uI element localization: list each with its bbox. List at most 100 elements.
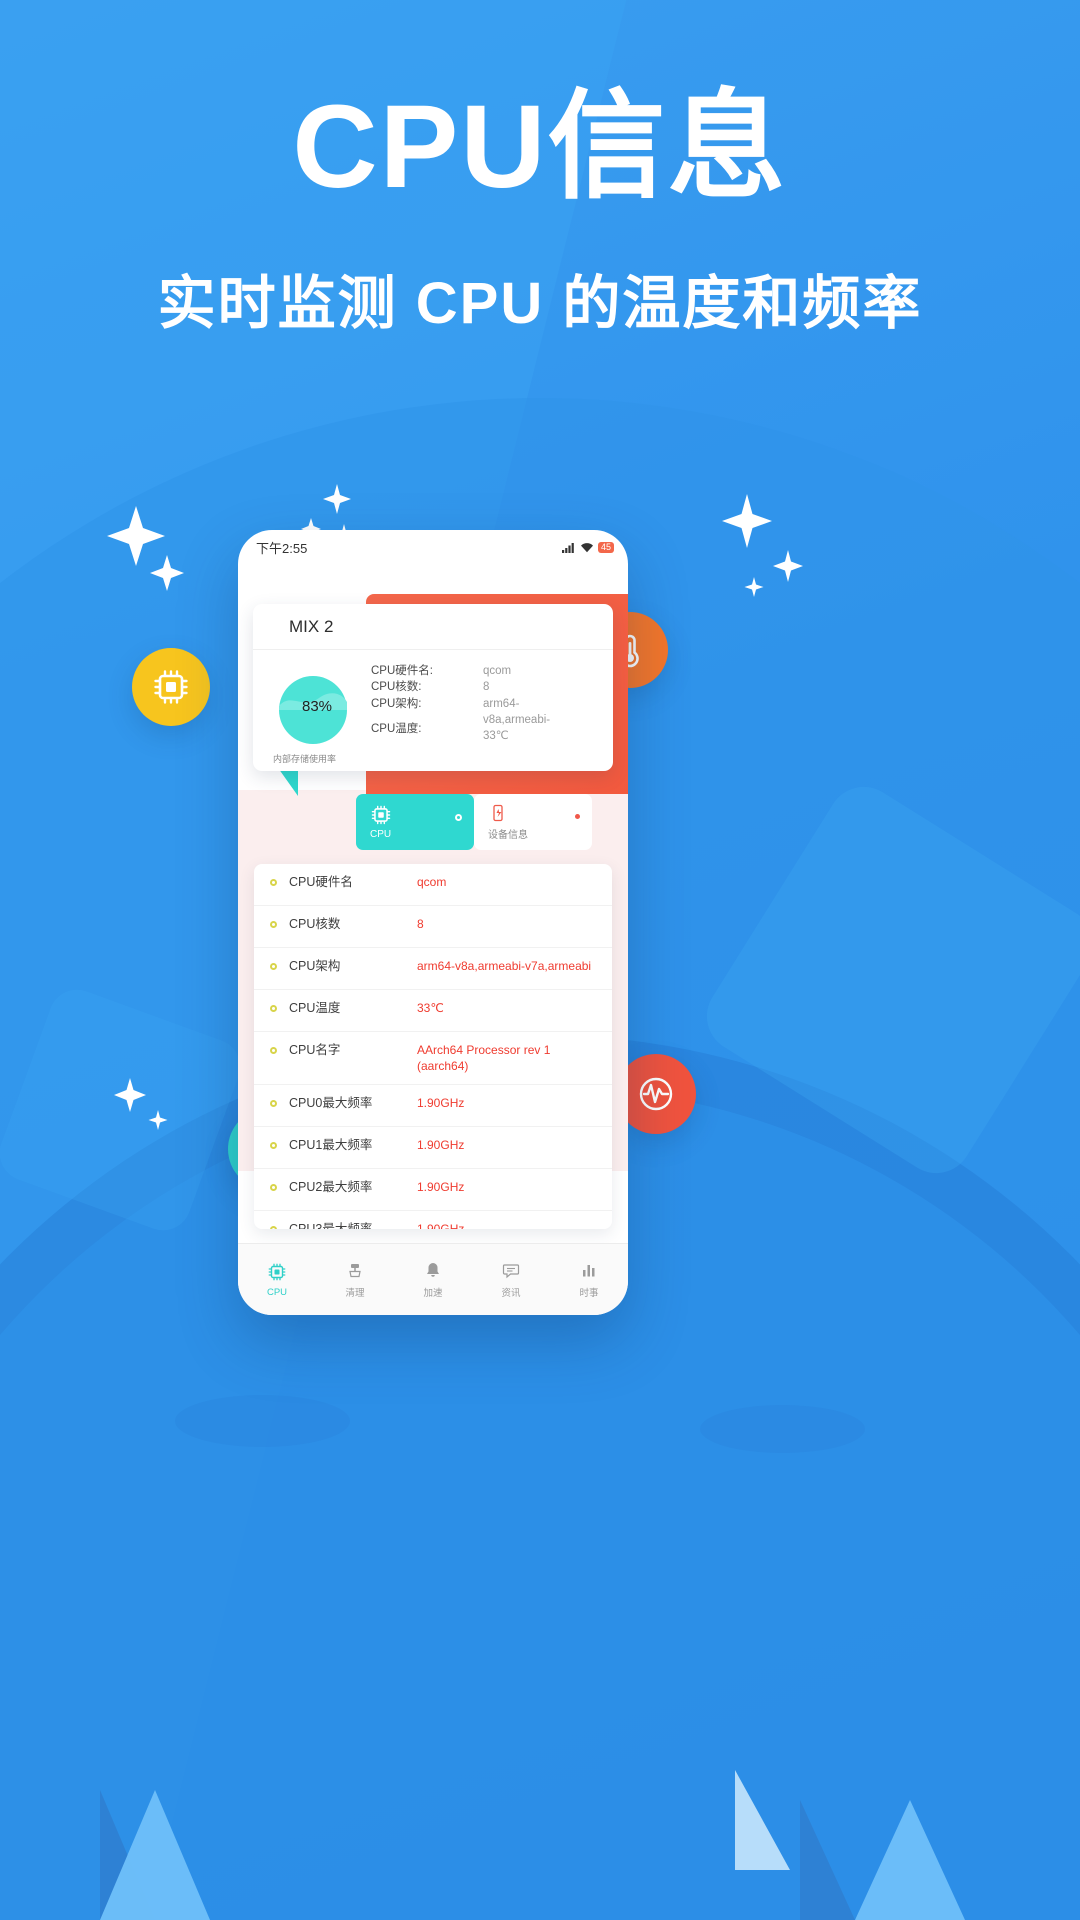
device-summary-card: MIX 2 83% 内部存储使用率 CPU硬件名: CPU核数: CPU架构: …	[253, 604, 613, 771]
table-row[interactable]: CPU1最大频率 1.90GHz	[254, 1127, 612, 1170]
nav-item-clean[interactable]: 清理	[316, 1244, 394, 1315]
pulse-icon	[639, 1077, 673, 1111]
spec-value: 33℃	[483, 730, 509, 743]
nav-item-trending[interactable]: 时事	[550, 1244, 628, 1315]
row-key: CPU温度	[289, 1001, 341, 1015]
row-value: qcom	[417, 875, 447, 889]
bullet-icon	[270, 963, 277, 970]
background-ellipse-right	[700, 1405, 865, 1453]
table-row[interactable]: CPU温度 33℃	[254, 990, 612, 1032]
bullet-icon	[270, 1142, 277, 1150]
background-ellipse-left	[175, 1395, 350, 1447]
sparkle-icon	[110, 1075, 150, 1115]
storage-label: 内部存储使用率	[273, 754, 337, 764]
message-icon	[502, 1264, 520, 1279]
nav-label: CPU	[266, 1286, 288, 1298]
tab-label: CPU	[370, 829, 392, 840]
row-value: 8	[417, 917, 424, 931]
nav-label: 资讯	[501, 1288, 521, 1299]
tab-bar: CPU 设备信息	[238, 794, 628, 850]
spec-values: qcom 8 arm64- v8a,armeabi- 33℃	[483, 663, 603, 765]
nav-item-boost[interactable]: 加速	[394, 1244, 472, 1315]
row-key: CPU3最大频率	[289, 1221, 417, 1229]
row-value: 1.90GHz	[417, 1138, 465, 1153]
nav-label: 加速	[423, 1288, 443, 1299]
table-row[interactable]: CPU0最大频率 1.90GHz	[254, 1085, 612, 1128]
bell-icon	[427, 1263, 439, 1277]
spec-spacer	[371, 712, 483, 721]
bullet-icon	[270, 1184, 277, 1192]
spec-label: CPU架构:	[371, 697, 422, 710]
poster-heading: CPU信息 实时监测 CPU 的温度和频率	[0, 85, 1080, 340]
device-name: MIX 2	[253, 604, 613, 650]
status-bar: 下午2:55 45	[238, 530, 628, 564]
sparkle-icon	[320, 482, 354, 516]
page-subtitle: 实时监测 CPU 的温度和频率	[157, 270, 923, 336]
wifi-icon	[580, 542, 593, 552]
row-value: 1.90GHz	[417, 1096, 465, 1111]
cpu-info-list[interactable]: CPU硬件名 qcom CPU核数 8 CPU架构 arm64-v8a,arme…	[254, 864, 612, 1229]
bullet-icon	[270, 1100, 277, 1108]
sparkle-icon	[742, 575, 766, 599]
spec-value: 8	[483, 681, 490, 694]
sparkle-icon	[146, 552, 188, 594]
table-row[interactable]: CPU2最大频率 1.90GHz	[254, 1169, 612, 1212]
tab-indicator-dot	[455, 814, 462, 821]
table-row[interactable]: CPU核数 8	[254, 906, 612, 948]
row-key: CPU硬件名	[289, 875, 353, 889]
bullet-icon	[270, 1005, 277, 1012]
status-time: 下午2:55	[256, 540, 308, 556]
device-icon	[493, 804, 503, 822]
phone-mockup: 下午2:55 45 MIX 2 83% 内部存储使用率 CPU硬件名: CPU核…	[238, 530, 628, 1315]
tab-device-info[interactable]: 设备信息	[474, 794, 592, 850]
bullet-icon	[270, 921, 277, 928]
signal-icon	[561, 542, 574, 553]
broom-icon	[349, 1264, 361, 1278]
pulse-badge[interactable]	[616, 1054, 696, 1134]
chip-icon	[371, 805, 391, 825]
sparkle-icon	[146, 1108, 170, 1132]
spec-value: arm64-	[483, 697, 520, 710]
spec-value: qcom	[483, 665, 512, 677]
table-row[interactable]: CPU名字 AArch64 Processor rev 1 (aarch64)	[254, 1032, 612, 1086]
tab-label: 设备信息	[488, 830, 528, 841]
bullet-icon	[270, 879, 277, 886]
row-key: CPU0最大频率	[289, 1096, 373, 1111]
row-value: AArch64 Processor rev 1 (aarch64)	[417, 1043, 551, 1074]
storage-chart: 83% 内部存储使用率	[263, 660, 371, 765]
row-key: CPU架构	[289, 959, 341, 973]
chip-icon	[154, 670, 188, 704]
table-row[interactable]: CPU硬件名 qcom	[254, 864, 612, 906]
table-row[interactable]: CPU3最大频率 1.90GHz	[254, 1211, 612, 1229]
row-value: 33℃	[417, 1001, 444, 1015]
tab-indicator-dot	[575, 814, 580, 819]
battery-indicator: 45	[597, 541, 614, 553]
spec-label: CPU温度:	[371, 722, 422, 735]
spec-labels: CPU硬件名: CPU核数: CPU架构: CPU温度:	[371, 663, 483, 765]
bottom-navigation: CPU 清理 加速 资讯 时事	[238, 1243, 628, 1315]
chart-icon	[583, 1265, 595, 1277]
nav-label: 清理	[345, 1288, 365, 1299]
row-key: CPU2最大频率	[289, 1180, 373, 1195]
nav-item-news[interactable]: 资讯	[472, 1244, 550, 1315]
sparkle-icon	[770, 548, 806, 584]
nav-item-cpu[interactable]: CPU	[238, 1244, 316, 1315]
phone-screen: MIX 2 83% 内部存储使用率 CPU硬件名: CPU核数: CPU架构: …	[238, 564, 628, 1243]
sparkle-icon	[716, 490, 778, 552]
chip-icon	[268, 1263, 286, 1280]
tab-cpu[interactable]: CPU	[356, 794, 474, 850]
row-key: CPU核数	[289, 917, 341, 931]
row-key: CPU1最大频率	[289, 1138, 373, 1153]
bullet-icon	[270, 1226, 277, 1229]
spec-label: CPU核数:	[371, 681, 422, 694]
spec-table: CPU硬件名: CPU核数: CPU架构: CPU温度: qcom 8 arm6…	[371, 660, 603, 765]
row-key: CPU名字	[289, 1043, 341, 1057]
row-value: 1.90GHz	[417, 1180, 465, 1195]
chip-badge[interactable]	[132, 648, 210, 726]
spec-value: v8a,armeabi-	[483, 713, 551, 726]
spec-label: CPU硬件名:	[371, 665, 433, 677]
storage-percent: 83%	[301, 698, 333, 715]
decorative-triangles	[0, 1590, 1080, 1920]
row-value: arm64-v8a,armeabi-v7a,armeabi	[417, 959, 592, 973]
table-row[interactable]: CPU架构 arm64-v8a,armeabi-v7a,armeabi	[254, 948, 612, 990]
